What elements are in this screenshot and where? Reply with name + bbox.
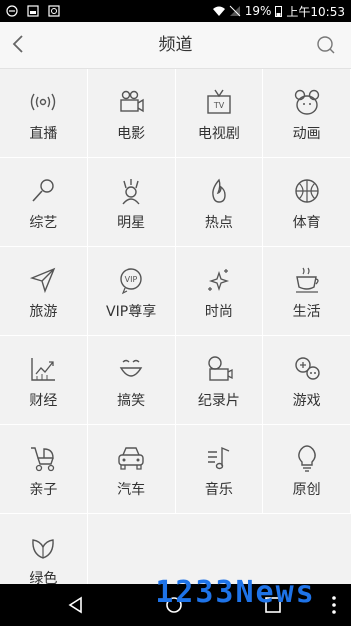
nav-back-icon[interactable]	[65, 594, 87, 616]
clock: 上午10:53	[286, 4, 345, 19]
svg-text:TV: TV	[213, 101, 225, 110]
channel-item-star[interactable]: 明星	[87, 158, 176, 247]
channel-label: 电影	[117, 126, 146, 142]
ball-icon	[294, 179, 319, 203]
channel-item-finance[interactable]: 财经	[0, 336, 88, 425]
channel-item-cars[interactable]: 汽车	[87, 425, 176, 514]
channel-item-funny[interactable]: 搞笑	[87, 336, 176, 425]
coffee-cup-icon	[295, 267, 319, 293]
navigation-bar	[0, 584, 351, 626]
wifi-icon	[212, 6, 225, 16]
header: 频道	[0, 22, 351, 69]
channel-item-variety[interactable]: 综艺	[0, 158, 88, 247]
channel-item-sports[interactable]: 体育	[263, 158, 351, 247]
channel-label: 动画	[292, 126, 321, 142]
channel-label: 电视剧	[197, 126, 240, 142]
broadcast-icon	[31, 93, 56, 111]
page-title: 频道	[158, 35, 193, 55]
battery-icon	[275, 6, 283, 17]
channel-label: 财经	[29, 393, 58, 409]
svg-text:VIP: VIP	[125, 275, 138, 284]
sparkle-icon	[207, 269, 229, 292]
lightbulb-icon	[297, 445, 316, 472]
channel-label: 纪录片	[197, 393, 240, 409]
gamepad-icon	[294, 357, 320, 380]
channel-label: 体育	[292, 215, 321, 231]
channel-label: 旅游	[29, 304, 58, 320]
channel-item-tv[interactable]: TV 电视剧	[175, 69, 264, 158]
documentary-icon	[208, 356, 233, 381]
channel-label: 音乐	[204, 482, 233, 498]
channel-item-hot[interactable]: 热点	[175, 158, 264, 247]
microphone-icon	[32, 179, 55, 202]
status-bar: 19% 上午10:53	[0, 0, 351, 22]
channel-item-life[interactable]: 生活	[263, 247, 351, 336]
smile-icon	[119, 359, 143, 377]
channel-label: 综艺	[29, 215, 58, 231]
channel-item-music[interactable]: 音乐	[175, 425, 264, 514]
paper-plane-icon	[30, 267, 56, 294]
music-note-icon	[207, 446, 230, 470]
channel-label: 搞笑	[117, 393, 146, 409]
channel-item-movie[interactable]: 电影	[87, 69, 176, 158]
channel-item-documentary[interactable]: 纪录片	[175, 336, 264, 425]
channel-item-games[interactable]: 游戏	[263, 336, 351, 425]
channel-label: 热点	[204, 215, 233, 231]
mouse-ears-icon	[294, 89, 319, 115]
nav-home-icon[interactable]	[163, 594, 185, 616]
channel-label: 直播	[29, 126, 58, 142]
nav-recent-apps-icon[interactable]	[262, 594, 284, 616]
channel-item-vip[interactable]: VIP VIP尊享	[87, 247, 176, 336]
channel-label: 明星	[117, 215, 146, 231]
image-icon	[27, 5, 39, 17]
minus-circle-icon	[6, 5, 18, 17]
signal-icon	[229, 5, 241, 17]
leaf-icon	[32, 539, 55, 559]
movie-camera-icon	[120, 90, 144, 113]
channel-label: 生活	[292, 304, 321, 320]
finance-chart-icon	[31, 358, 56, 381]
channel-item-live[interactable]: 直播	[0, 69, 88, 158]
flame-icon	[212, 178, 226, 203]
channel-label: 游戏	[292, 393, 321, 409]
search-icon[interactable]	[315, 34, 337, 56]
channel-label: VIP尊享	[106, 304, 157, 320]
channel-item-travel[interactable]: 旅游	[0, 247, 88, 336]
channel-label: 时尚	[204, 304, 233, 320]
stroller-icon	[31, 447, 55, 472]
star-person-icon	[122, 179, 140, 205]
channel-grid: 直播 电影 TV 电视剧 动画 综艺 明星 热点 体育 旅游 VIP VIP尊享…	[0, 69, 351, 603]
channel-item-parenting[interactable]: 亲子	[0, 425, 88, 514]
tv-icon: TV	[207, 89, 231, 114]
nav-menu-icon[interactable]	[331, 594, 337, 616]
channel-label: 亲子	[29, 482, 58, 498]
channel-item-animation[interactable]: 动画	[263, 69, 351, 158]
channel-label: 汽车	[117, 482, 146, 498]
channel-label: 原创	[292, 482, 321, 498]
battery-percent: 19%	[244, 4, 272, 18]
car-icon	[118, 447, 144, 470]
channel-item-fashion[interactable]: 时尚	[175, 247, 264, 336]
gallery-icon	[48, 5, 60, 17]
channel-item-original[interactable]: 原创	[263, 425, 351, 514]
vip-icon: VIP	[120, 268, 142, 295]
